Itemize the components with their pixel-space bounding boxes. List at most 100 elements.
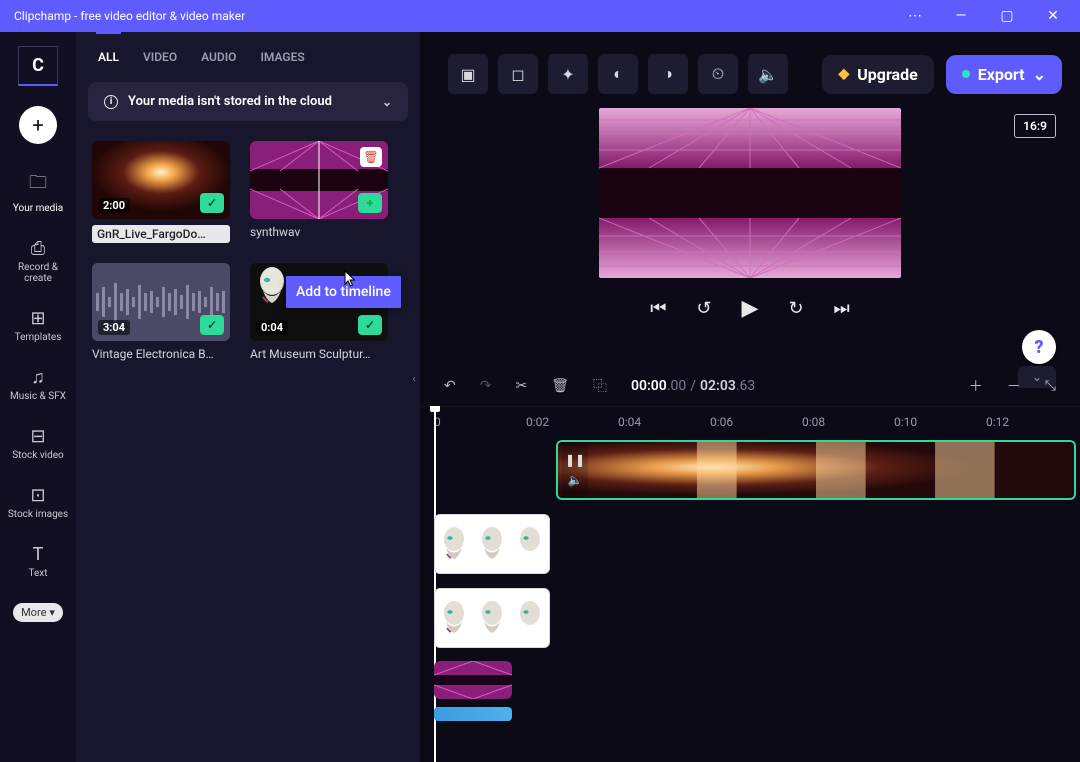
nav-templates[interactable]: ⊞ Templates bbox=[4, 302, 72, 349]
media-item[interactable]: 🗑 + synthwav bbox=[250, 141, 388, 243]
add-to-timeline-button[interactable]: + bbox=[358, 193, 382, 213]
track-row[interactable]: GnR_Live_FargoDome_01a.mp… ❚❚ 🔈 bbox=[434, 436, 1080, 504]
crop-tool-button[interactable]: ◻ bbox=[498, 54, 538, 94]
nav-label: Your media bbox=[13, 203, 63, 214]
track-row[interactable] bbox=[434, 704, 1080, 724]
ruler-tick: 0:10 bbox=[894, 415, 986, 429]
minimize-button[interactable]: ― bbox=[938, 0, 984, 32]
remove-track-button[interactable]: － bbox=[1007, 376, 1021, 396]
library-tabs: ALL VIDEO AUDIO IMAGES bbox=[88, 50, 408, 82]
forward-5s-button[interactable]: ↻ bbox=[788, 298, 803, 319]
preview-canvas[interactable] bbox=[599, 108, 901, 278]
audio-icon[interactable]: 🔈 bbox=[568, 473, 583, 487]
skip-end-button[interactable]: ⏭ bbox=[834, 298, 850, 319]
transport-controls: ⏮ ↺ ▶ ↻ ⏭ bbox=[650, 296, 850, 321]
media-filename: Vintage Electronica B… bbox=[92, 347, 230, 361]
banner-text: Your media isn't stored in the cloud bbox=[128, 94, 332, 109]
duration-badge: 3:04 bbox=[98, 320, 130, 335]
duration-badge: 2:00 bbox=[98, 198, 130, 213]
media-thumbnail[interactable]: 3:04 ✓ bbox=[92, 263, 230, 341]
chevron-down-icon: ⌄ bbox=[382, 95, 392, 109]
volume-tool-button[interactable]: 🔈 bbox=[748, 54, 788, 94]
media-filename: GnR_Live_FargoDo… bbox=[92, 225, 230, 243]
duplicate-button[interactable]: ⿻ bbox=[593, 376, 607, 396]
timeline[interactable]: 0 0:02 0:04 0:06 0:08 0:10 0:12 GnR_Live… bbox=[420, 406, 1080, 762]
chevron-down-icon: ⌄ bbox=[1033, 65, 1046, 84]
upgrade-button[interactable]: ◆ Upgrade bbox=[822, 55, 933, 94]
speed-tool-button[interactable]: ⏲ bbox=[698, 54, 738, 94]
duration-badge: 0:04 bbox=[256, 320, 288, 335]
tab-video[interactable]: VIDEO bbox=[143, 50, 177, 64]
ruler-tick: 0:06 bbox=[710, 415, 802, 429]
collapse-library-button[interactable]: ‹ bbox=[408, 368, 420, 390]
tab-images[interactable]: IMAGES bbox=[260, 50, 304, 64]
skip-start-button[interactable]: ⏮ bbox=[650, 298, 666, 319]
adjust-tool-button[interactable]: ◐ bbox=[598, 54, 638, 94]
nav-record-create[interactable]: ⎙ Record & create bbox=[4, 232, 72, 290]
nav-text[interactable]: T Text bbox=[4, 538, 72, 585]
timeline-ruler[interactable]: 0 0:02 0:04 0:06 0:08 0:10 0:12 bbox=[420, 406, 1080, 436]
nav-label: Music & SFX bbox=[10, 391, 66, 402]
layout-tool-button[interactable]: ▣ bbox=[448, 54, 488, 94]
media-thumbnail[interactable]: 🗑 + bbox=[250, 141, 388, 219]
track-row[interactable] bbox=[434, 510, 1080, 578]
maximize-button[interactable]: ▢ bbox=[984, 0, 1030, 32]
folder-icon: 🗀 bbox=[4, 170, 72, 200]
aspect-ratio-button[interactable]: 16:9 bbox=[1014, 114, 1056, 138]
ruler-tick: 0 bbox=[434, 415, 526, 429]
pause-icon[interactable]: ❚❚ bbox=[565, 453, 585, 467]
media-grid: 2:00 ✓ GnR_Live_FargoDo… bbox=[88, 137, 408, 365]
fit-zoom-button[interactable]: ⤡ bbox=[1045, 378, 1056, 394]
split-button[interactable]: ✂ bbox=[515, 378, 527, 394]
add-track-button[interactable]: ＋ bbox=[969, 376, 983, 396]
ruler-tick: 0:02 bbox=[526, 415, 618, 429]
window-controls: ⋯ ― ▢ ✕ bbox=[892, 0, 1076, 32]
preview-area: 16:9 bbox=[420, 106, 1080, 356]
help-button[interactable]: ? bbox=[1022, 330, 1056, 364]
video-clip[interactable]: GnR_Live_FargoDome_01a.mp… ❚❚ 🔈 bbox=[556, 440, 1076, 500]
title-bar: Clipchamp - free video editor & video ma… bbox=[0, 0, 1080, 32]
nav-music-sfx[interactable]: ♫ Music & SFX bbox=[4, 361, 72, 408]
media-item[interactable]: 2:00 ✓ GnR_Live_FargoDo… bbox=[92, 141, 230, 243]
track-row[interactable] bbox=[434, 584, 1080, 652]
video-icon: ⊟ bbox=[4, 426, 72, 447]
chevron-down-icon: ▾ bbox=[49, 606, 55, 619]
export-button[interactable]: Export ⌄ bbox=[946, 55, 1062, 94]
undo-button[interactable]: ↶ bbox=[444, 378, 456, 394]
timecode-display: 00:00.00/02:03.63 bbox=[631, 378, 755, 394]
window-title: Clipchamp - free video editor & video ma… bbox=[4, 9, 245, 23]
nav-stock-video[interactable]: ⊟ Stock video bbox=[4, 420, 72, 467]
redo-button[interactable]: ↷ bbox=[480, 378, 492, 394]
media-item[interactable]: 3:04 ✓ Vintage Electronica B… bbox=[92, 263, 230, 361]
nav-more-button[interactable]: More▾ bbox=[13, 603, 63, 622]
check-icon: ✓ bbox=[358, 315, 382, 335]
tab-all[interactable]: ALL bbox=[98, 50, 119, 64]
camera-icon: ⎙ bbox=[4, 238, 72, 259]
nav-your-media[interactable]: 🗀 Your media bbox=[4, 164, 72, 220]
close-button[interactable]: ✕ bbox=[1030, 0, 1076, 32]
delete-media-button[interactable]: 🗑 bbox=[360, 147, 382, 167]
video-clip[interactable] bbox=[434, 514, 550, 574]
effects-tool-button[interactable]: ✦ bbox=[548, 54, 588, 94]
delete-clip-button[interactable]: 🗑 bbox=[551, 378, 569, 394]
play-button[interactable]: ▶ bbox=[742, 296, 759, 321]
video-clip[interactable] bbox=[434, 588, 550, 648]
cloud-storage-banner[interactable]: i Your media isn't stored in the cloud ⌄ bbox=[88, 82, 408, 121]
video-clip[interactable] bbox=[434, 661, 512, 699]
add-media-button[interactable]: + bbox=[19, 106, 57, 144]
more-options-button[interactable]: ⋯ bbox=[892, 0, 938, 32]
ruler-tick: 0:12 bbox=[986, 415, 1078, 429]
audio-clip[interactable] bbox=[434, 707, 512, 721]
media-filename: Art Museum Sculptur… bbox=[250, 347, 388, 361]
nav-label: Record & create bbox=[18, 262, 58, 284]
timeline-toolbar: ‹ ↶ ↷ ✂ 🗑 ⿻ 00:00.00/02:03.63 ＋ － ⤡ bbox=[420, 366, 1080, 406]
templates-icon: ⊞ bbox=[4, 308, 72, 329]
rewind-5s-button[interactable]: ↺ bbox=[696, 298, 711, 319]
clip-controls: ❚❚ 🔈 bbox=[562, 442, 588, 498]
tab-audio[interactable]: AUDIO bbox=[201, 50, 236, 64]
media-thumbnail[interactable]: 2:00 ✓ bbox=[92, 141, 230, 219]
nav-stock-images[interactable]: ⊡ Stock images bbox=[4, 479, 72, 526]
filter-tool-button[interactable]: ◑ bbox=[648, 54, 688, 94]
left-nav-rail: C + 🗀 Your media ⎙ Record & create ⊞ Tem… bbox=[0, 32, 76, 762]
track-row[interactable] bbox=[434, 658, 1080, 702]
